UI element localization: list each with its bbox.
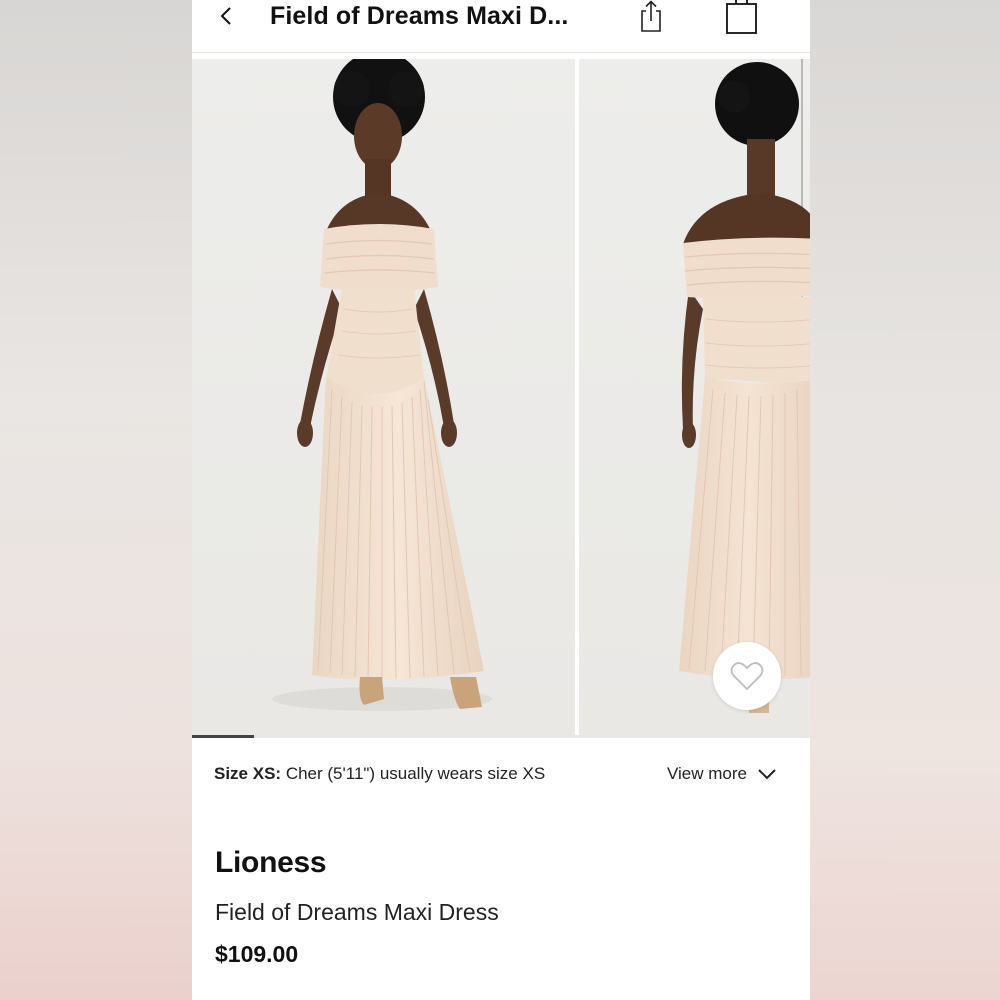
product-image-back[interactable]: [579, 59, 810, 736]
app-screen: Field of Dreams Maxi D... Size XS: Cher …: [192, 0, 810, 1000]
background-right: [810, 0, 1000, 1000]
back-button[interactable]: [212, 0, 240, 32]
view-more-button[interactable]: View more: [667, 764, 777, 784]
heart-icon: [730, 662, 764, 691]
shopping-bag-button[interactable]: [725, 0, 759, 36]
product-image-gallery[interactable]: [192, 59, 810, 738]
gallery-progress-fill: [192, 735, 254, 738]
background-left: [0, 0, 192, 1000]
share-button[interactable]: [637, 0, 665, 34]
product-image-front[interactable]: [192, 59, 575, 736]
favorite-button[interactable]: [713, 642, 781, 710]
view-more-label: View more: [667, 764, 747, 783]
top-nav-bar: Field of Dreams Maxi D...: [192, 0, 810, 53]
size-info-text: Cher (5'11") usually wears size XS: [281, 764, 546, 783]
chevron-left-icon: [220, 7, 231, 25]
share-icon: [641, 0, 661, 32]
brand-name[interactable]: Lioness: [215, 846, 327, 880]
size-info: Size XS: Cher (5'11") usually wears size…: [214, 764, 545, 784]
product-name: Field of Dreams Maxi Dress: [215, 899, 499, 925]
gallery-progress-bar: [192, 735, 810, 738]
size-label: Size XS:: [214, 764, 282, 783]
chevron-down-icon: [758, 769, 776, 780]
shopping-bag-icon: [726, 0, 757, 34]
product-price: $109.00: [215, 941, 299, 967]
model-front-illustration: [272, 59, 492, 711]
model-back-illustration: [679, 59, 810, 713]
page-title: Field of Dreams Maxi D...: [270, 2, 569, 30]
